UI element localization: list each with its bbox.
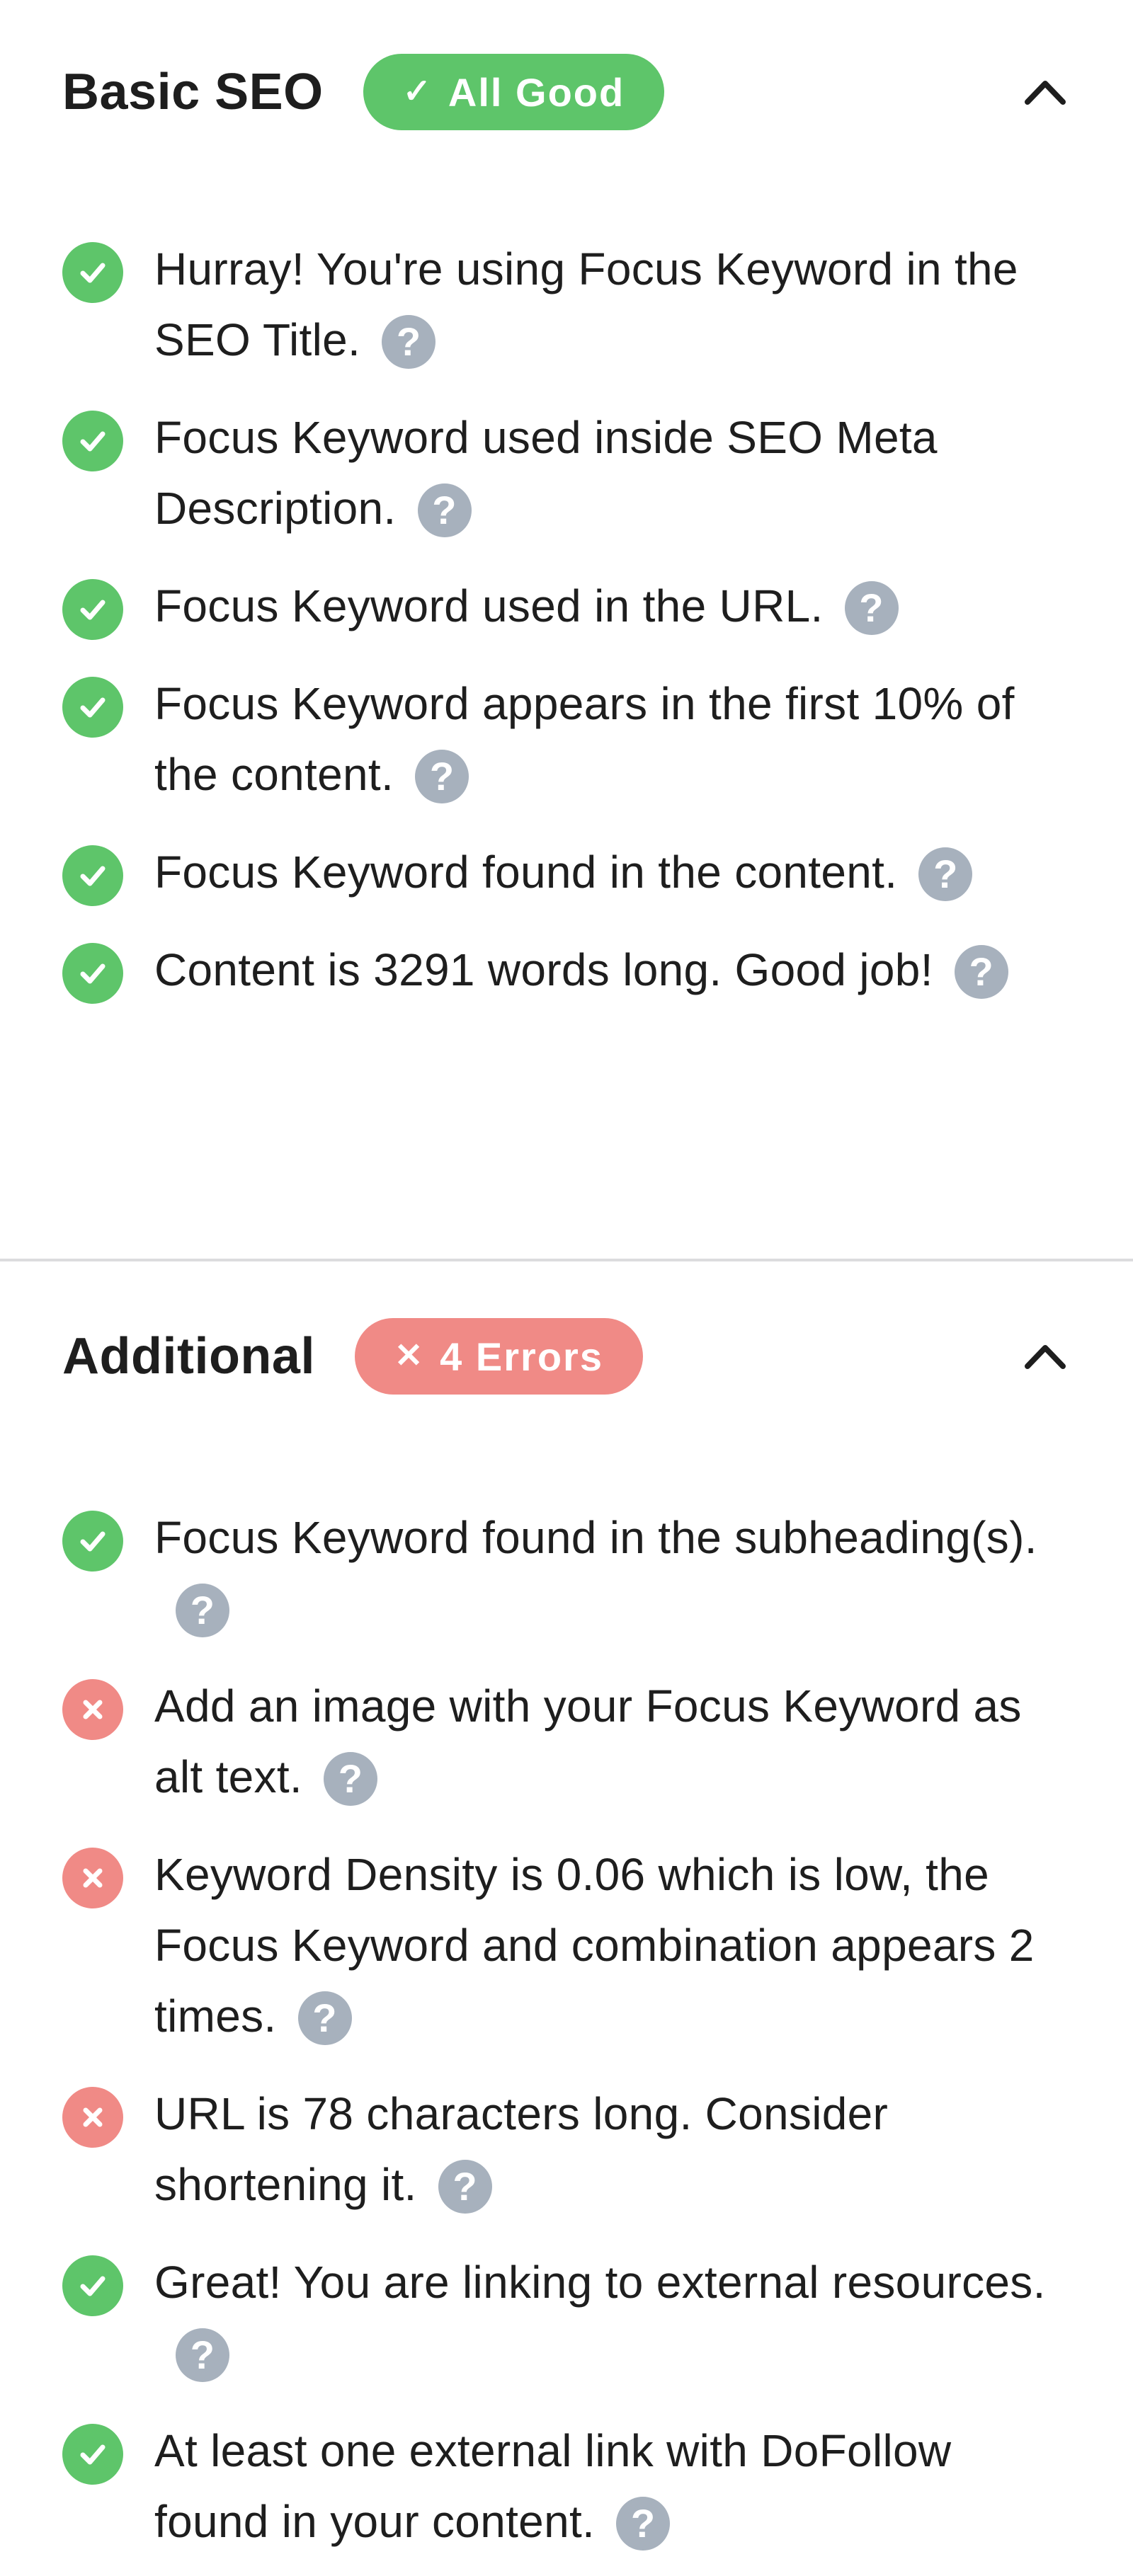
check-text: Focus Keyword appears in the first 10% o… [154,668,1071,810]
x-icon: ✕ [394,1337,425,1375]
additional-section: Additional ✕ 4 Errors Focus Keyword foun… [0,1261,1133,2576]
check-icon: ✓ [402,73,433,110]
check-circle-icon [62,579,123,640]
basic-seo-section: Basic SEO ✓ All Good Hurray! You're usin… [0,0,1133,1261]
list-item: Keyword Density is 0.06 which is low, th… [62,1839,1071,2051]
check-message: Hurray! You're using Focus Keyword in th… [154,244,1018,365]
help-icon[interactable]: ? [176,2328,229,2382]
check-text: Focus Keyword used inside SEO Meta Descr… [154,402,1071,544]
help-icon[interactable]: ? [438,2160,492,2214]
badge-label: 4 Errors [440,1334,603,1379]
help-icon[interactable]: ? [415,750,469,803]
check-circle-icon [62,2255,123,2316]
check-text: Focus Keyword found in the subheading(s)… [154,1502,1071,1644]
basic-seo-checklist: Hurray! You're using Focus Keyword in th… [62,234,1071,1005]
help-icon[interactable]: ? [324,1752,378,1806]
additional-header[interactable]: Additional ✕ 4 Errors [62,1314,1071,1399]
check-message: Focus Keyword found in the subheading(s)… [154,1512,1037,1563]
check-circle-icon [62,677,123,738]
check-message: Focus Keyword found in the content. [154,847,898,898]
list-item: Content is 3291 words long. Good job!? [62,934,1071,1005]
list-item: Focus Keyword used in the URL.? [62,571,1071,641]
check-text: URL is 78 characters long. Consider shor… [154,2078,1071,2220]
chevron-up-icon[interactable] [1020,67,1071,118]
check-circle-icon [62,2424,123,2485]
help-icon[interactable]: ? [918,847,973,901]
check-message: Focus Keyword appears in the first 10% o… [154,678,1015,800]
check-message: Great! You are linking to external resou… [154,2257,1046,2308]
check-circle-icon [62,845,123,906]
error-circle-icon [62,1848,123,1908]
check-text: Great! You are linking to external resou… [154,2247,1071,2388]
seo-analysis-panel: Basic SEO ✓ All Good Hurray! You're usin… [0,0,1133,2576]
check-message: Add an image with your Focus Keyword as … [154,1681,1022,1802]
error-circle-icon [62,1679,123,1740]
status-badge: ✕ 4 Errors [354,1318,643,1395]
help-icon[interactable]: ? [176,1584,229,1637]
section-title: Basic SEO [62,64,324,120]
check-circle-icon [62,411,123,471]
check-text: Focus Keyword used in the URL.? [154,571,899,641]
help-icon[interactable]: ? [297,1991,352,2045]
check-text: Focus Keyword found in the content.? [154,837,973,908]
help-icon[interactable]: ? [417,483,472,537]
list-item: URL is 78 characters long. Consider shor… [62,2078,1071,2220]
check-message: Content is 3291 words long. Good job! [154,944,933,995]
badge-label: All Good [448,69,625,115]
help-icon[interactable]: ? [844,581,899,635]
list-item: Focus Keyword appears in the first 10% o… [62,668,1071,810]
check-circle-icon [62,1511,123,1572]
chevron-up-icon[interactable] [1020,1331,1071,1382]
check-message: Focus Keyword used in the URL. [154,580,824,631]
check-message: At least one external link with DoFollow… [154,2425,952,2547]
check-text: At least one external link with DoFollow… [154,2415,1071,2557]
check-circle-icon [62,242,123,303]
section-title: Additional [62,1328,315,1385]
additional-checklist: Focus Keyword found in the subheading(s)… [62,1502,1071,2557]
list-item: Focus Keyword found in the content.? [62,837,1071,908]
check-message: Keyword Density is 0.06 which is low, th… [154,1849,1035,2042]
help-icon[interactable]: ? [616,2497,671,2551]
list-item: Focus Keyword used inside SEO Meta Descr… [62,402,1071,544]
check-message: URL is 78 characters long. Consider shor… [154,2088,889,2210]
list-item: Hurray! You're using Focus Keyword in th… [62,234,1071,375]
list-item: Add an image with your Focus Keyword as … [62,1671,1071,1812]
status-badge: ✓ All Good [363,54,665,130]
basic-seo-header[interactable]: Basic SEO ✓ All Good [62,50,1071,134]
list-item: Focus Keyword found in the subheading(s)… [62,1502,1071,1644]
help-icon[interactable]: ? [382,315,436,369]
help-icon[interactable]: ? [954,945,1008,999]
check-text: Keyword Density is 0.06 which is low, th… [154,1839,1071,2051]
check-text: Add an image with your Focus Keyword as … [154,1671,1071,1812]
check-message: Focus Keyword used inside SEO Meta Descr… [154,412,938,534]
error-circle-icon [62,2087,123,2148]
check-circle-icon [62,943,123,1004]
list-item: At least one external link with DoFollow… [62,2415,1071,2557]
list-item: Great! You are linking to external resou… [62,2247,1071,2388]
check-text: Content is 3291 words long. Good job!? [154,934,1008,1005]
check-text: Hurray! You're using Focus Keyword in th… [154,234,1071,375]
